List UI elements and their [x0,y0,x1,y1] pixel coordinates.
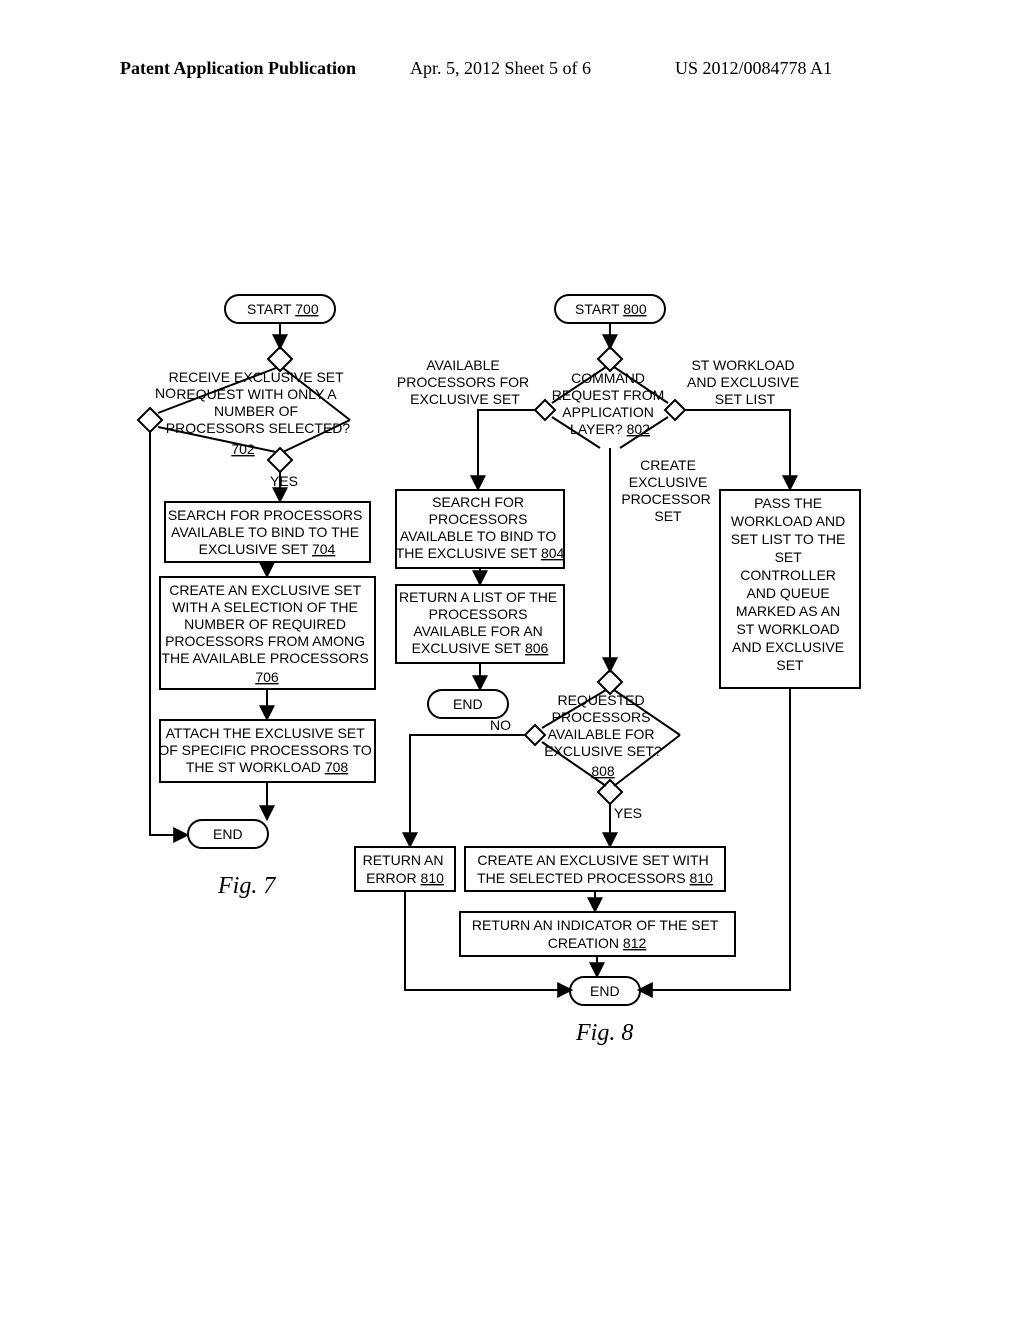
fig7-box-706: CREATE AN EXCLUSIVE SET WITH A SELECTION… [161,582,372,685]
fig8-box-806: RETURN A LIST OF THE PROCESSORS AVAILABL… [399,589,561,656]
fig8-branch-stworkload: ST WORKLOAD AND EXCLUSIVE SET LIST [687,357,803,407]
fig8-decision-802: COMMAND REQUEST FROM APPLICATION LAYER? … [535,347,685,448]
fig8-branch-create: CREATE EXCLUSIVE PROCESSOR SET [621,457,714,524]
fig8-box-pass: PASS THE WORKLOAD AND SET LIST TO THE SE… [731,495,850,673]
fig7-box-708: ATTACH THE EXCLUSIVE SET OF SPECIFIC PRO… [158,725,375,775]
fig8-decision-808: REQUESTED PROCESSORS AVAILABLE FOR EXCLU… [525,670,680,804]
fig8-box-err: RETURN AN ERROR 810 [363,852,448,886]
fig7-label: Fig. 7 [217,873,276,899]
fig8-box-812: RETURN AN INDICATOR OF THE SET CREATION … [472,917,722,951]
fig7-end: END [213,826,243,842]
fig8-end: END [590,983,620,999]
svg-text:COMMAND REQUEST FROM: COMMAND REQUEST FROM APPLICATION LAYER? … [552,370,668,437]
fig7-no-label: NO [155,385,176,401]
fig7-yes-label: YES [270,473,298,489]
fig7-start: START 700 [247,301,319,317]
fig8-box-804: SEARCH FOR PROCESSORS AVAILABLE TO BIND … [396,494,565,561]
fig8-no-label: NO [490,717,511,733]
fig7-box-704: SEARCH FOR PROCESSORS AVAILABLE TO BIND … [168,507,366,557]
svg-text:RECEIVE EXCLUSIVE SET: RECEIVE EXCLUSIVE SET REQUEST WITH ONLY … [166,369,351,436]
svg-text:808: 808 [591,763,615,779]
svg-text:REQUESTED PROCESSORS: REQUESTED PROCESSORS AVAILABLE FOR EXCLU… [544,692,662,759]
fig8-box-810: CREATE AN EXCLUSIVE SET WITH THE SELECTE… [477,852,713,886]
fig8: START 800 COMMAND REQUEST FROM APPLICATI… [355,295,860,1046]
fig7-decision-702: RECEIVE EXCLUSIVE SET REQUEST WITH ONLY … [138,347,350,472]
fig7: START 700 RECEIVE EXCLUSIVE SET REQUEST … [138,295,376,899]
fig8-yes-label: YES [614,805,642,821]
fig8-start: START 800 [575,301,647,317]
svg-text:702: 702 [231,441,255,457]
fig8-branch-available: AVAILABLE PROCESSORS FOR EXCLUSIVE SET [397,357,533,407]
flowchart-canvas: START 700 RECEIVE EXCLUSIVE SET REQUEST … [0,0,1024,1320]
fig8-label: Fig. 8 [575,1020,633,1046]
fig8-end-mid: END [453,696,483,712]
